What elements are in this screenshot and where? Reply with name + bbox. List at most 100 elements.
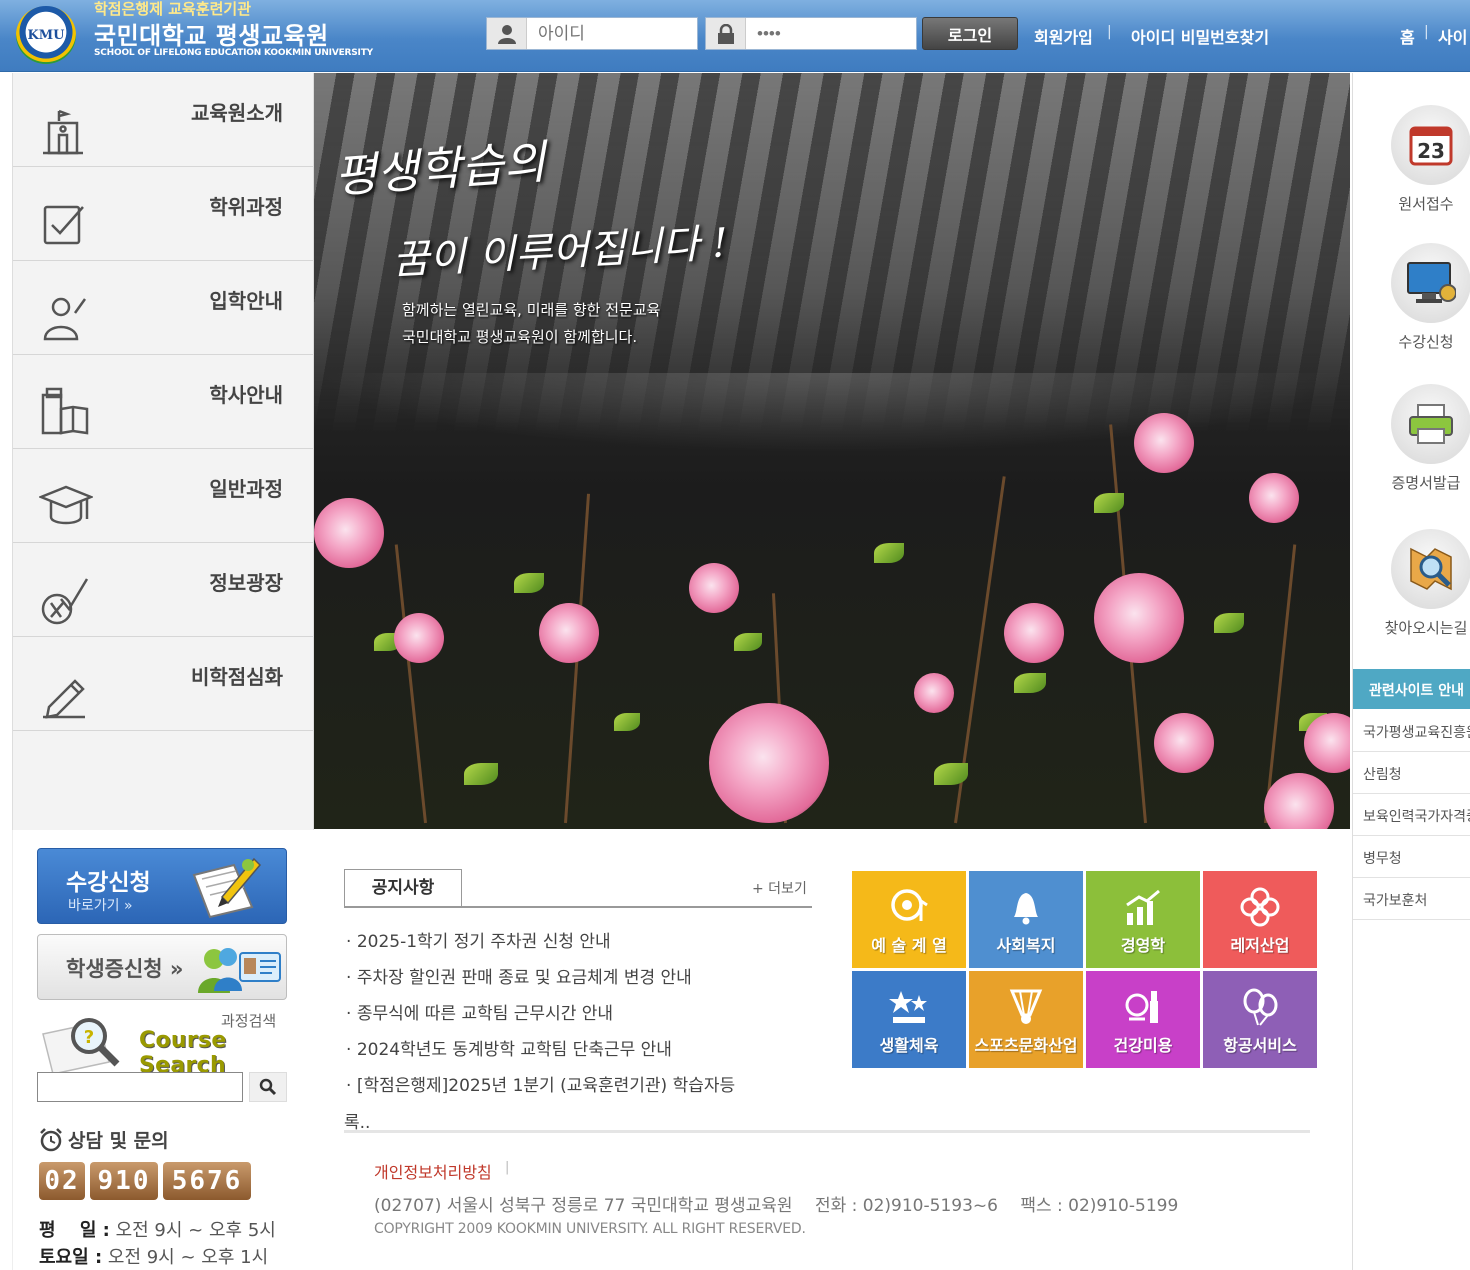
- notice-more-link[interactable]: + 더보기: [752, 878, 807, 898]
- hero-blossom: [914, 673, 954, 713]
- related-site-link[interactable]: 보육인력국가자격증: [1353, 794, 1470, 836]
- header-separator: |: [1107, 24, 1112, 40]
- tile-business[interactable]: 경영학: [1086, 871, 1200, 968]
- notice-tab[interactable]: 공지사항: [344, 869, 462, 907]
- hero-blossom: [539, 603, 599, 663]
- student-id-banner-title: 학생증신청 »: [66, 957, 184, 981]
- weekday-hours: 평 일 : 오전 9시 ~ 오후 5시: [39, 1216, 276, 1242]
- privacy-policy-link[interactable]: 개인정보처리방침: [374, 1159, 492, 1183]
- notice-item[interactable]: 주차장 할인권 판매 종료 및 요금체계 변경 안내: [346, 963, 692, 988]
- header-separator: |: [1424, 24, 1429, 40]
- nav-label: 정보광장: [209, 571, 283, 595]
- hero-leaf: [1214, 613, 1244, 633]
- tile-sports-life[interactable]: 생활체육: [852, 971, 966, 1068]
- site-title[interactable]: 국민대학교 평생교육원: [94, 16, 329, 51]
- footer-divider: [344, 1130, 1310, 1133]
- tile-aviation-service[interactable]: 항공서비스: [1203, 971, 1317, 1068]
- nav-label: 비학점심화: [191, 665, 283, 689]
- course-search-input[interactable]: [37, 1072, 243, 1102]
- hero-blossom: [1249, 473, 1299, 523]
- related-site-link[interactable]: 국가평생교육진흥원: [1353, 710, 1470, 752]
- kmu-logo[interactable]: KMU: [16, 6, 76, 64]
- tile-label: 스포츠문화산업: [974, 1036, 1078, 1055]
- enroll-banner-sub: 바로가기 »: [68, 898, 133, 914]
- calendar-badge: 23: [1417, 139, 1445, 163]
- book-icon: [41, 387, 89, 435]
- id-input[interactable]: [528, 18, 696, 49]
- notice-item[interactable]: 종무식에 따른 교학팀 근무시간 안내: [346, 999, 613, 1024]
- related-site-link[interactable]: 병무청: [1353, 836, 1470, 878]
- magnifier-icon: ?: [42, 1018, 120, 1074]
- tile-label: 예 술 계 열: [871, 936, 947, 955]
- hero-leaf: [514, 573, 544, 593]
- tile-arts[interactable]: 예 술 계 열: [852, 871, 966, 968]
- home-link[interactable]: 홈: [1400, 24, 1415, 48]
- checkbox-icon: [43, 205, 84, 245]
- tile-label: 항공서비스: [1223, 1036, 1297, 1055]
- nav-label: 학사안내: [209, 383, 283, 407]
- weekday-hours-value: 오전 9시 ~ 오후 5시: [115, 1220, 276, 1241]
- tile-health-beauty[interactable]: 건강미용: [1086, 971, 1200, 1068]
- nav-item-general[interactable]: 일반과정: [13, 449, 313, 543]
- hero-blossom: [1264, 773, 1334, 829]
- nav-item-info[interactable]: 정보광장: [13, 543, 313, 637]
- sitemap-link[interactable]: 사이: [1438, 24, 1467, 48]
- person-icon: [43, 297, 87, 341]
- saturday-label: 토요일 :: [39, 1247, 103, 1268]
- quick-application[interactable]: 23 원서접수: [1391, 105, 1470, 214]
- hero-stem: [394, 544, 427, 824]
- clover-icon: [1240, 887, 1280, 927]
- building-icon: [43, 109, 83, 155]
- quick-directions[interactable]: 찾아오시는길: [1385, 529, 1470, 638]
- quick-certificate[interactable]: 증명서발급: [1391, 384, 1470, 493]
- notice-item[interactable]: 2024학년도 동계방학 교학팀 단축근무 안내: [346, 1035, 672, 1060]
- find-account-link[interactable]: 아이디 비밀번호찾기: [1131, 24, 1269, 48]
- saturday-hours: 토요일 : 오전 9시 ~ 오후 1시: [39, 1243, 268, 1269]
- weekday-label: 평 일 :: [39, 1220, 110, 1241]
- join-link[interactable]: 회원가입: [1034, 24, 1093, 48]
- hero-leaf: [464, 763, 498, 785]
- related-site-link[interactable]: 국가보훈처: [1353, 878, 1470, 920]
- hero-blossom: [1154, 713, 1214, 773]
- logo-badge-text: KMU: [27, 27, 65, 43]
- related-site-link[interactable]: 산림청: [1353, 752, 1470, 794]
- hero-banner: 평생학습의 꿈이 이루어집니다 ! 함께하는 열린교육, 미래를 향한 전문교육…: [314, 73, 1350, 829]
- lock-icon: [706, 18, 746, 49]
- tile-leisure[interactable]: 레저산업: [1203, 871, 1317, 968]
- tile-sports-culture[interactable]: 스포츠문화산업: [969, 971, 1083, 1068]
- user-icon: [487, 18, 527, 49]
- nav-item-intro[interactable]: 교육원소개: [13, 73, 313, 167]
- nav-item-noncredit[interactable]: 비학점심화: [13, 637, 313, 731]
- main-navigation: 교육원소개 학위과정 입학안내 학사안내 일반과정 정보광장 비학점심화: [12, 73, 314, 830]
- svg-text:?: ?: [84, 1027, 94, 1048]
- nav-item-admission[interactable]: 입학안내: [13, 261, 313, 355]
- password-input[interactable]: [747, 18, 915, 49]
- student-id-banner[interactable]: 학생증신청 »: [37, 934, 287, 1000]
- hero-blossom: [394, 613, 444, 663]
- login-button[interactable]: 로그인: [922, 17, 1018, 50]
- hero-eaves: [314, 373, 1350, 453]
- top-header: KMU 학점은행제 교육훈련기관 국민대학교 평생교육원 SCHOOL OF L…: [0, 0, 1470, 72]
- quick-label: 원서접수: [1398, 195, 1454, 213]
- quick-enroll[interactable]: 수강신청: [1391, 243, 1470, 352]
- map-search-icon: [1391, 529, 1470, 609]
- nav-item-degree[interactable]: 학위과정: [13, 167, 313, 261]
- alarm-clock-icon: [40, 1128, 62, 1152]
- tile-social-welfare[interactable]: 사회복지: [969, 871, 1083, 968]
- notice-item[interactable]: 2025-1학기 정기 주차권 신청 안내: [346, 927, 611, 952]
- hero-blossom: [1094, 573, 1184, 663]
- hero-leaf: [1014, 673, 1046, 693]
- course-search-title: Course Search: [139, 1028, 227, 1078]
- nav-item-academic[interactable]: 학사안내: [13, 355, 313, 449]
- nav-label: 교육원소개: [191, 101, 283, 125]
- search-icon: [259, 1078, 277, 1096]
- notice-item[interactable]: [학점은행제]2025년 1분기 (교육훈련기관) 학습자등: [346, 1071, 735, 1096]
- id-card-icon: [198, 948, 281, 993]
- enroll-banner[interactable]: 수강신청 바로가기 »: [37, 848, 287, 924]
- shuttlecock-icon: [1009, 989, 1043, 1024]
- search-button[interactable]: [249, 1072, 287, 1102]
- phone-area-code: 02: [39, 1162, 85, 1200]
- hero-blossom: [314, 498, 384, 568]
- hero-leaf: [934, 763, 968, 785]
- phone-prefix: 910: [90, 1162, 158, 1200]
